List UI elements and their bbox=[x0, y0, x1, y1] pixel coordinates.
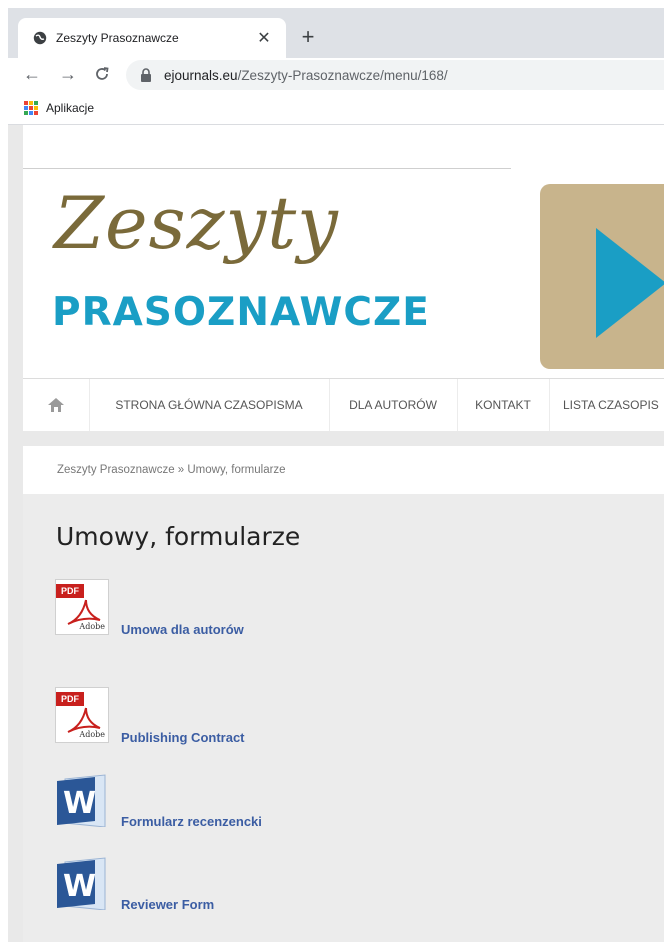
main-navigation: STRONA GŁÓWNA CZASOPISMA DLA AUTORÓW KON… bbox=[23, 378, 664, 431]
nav-item-journal-list[interactable]: LISTA CZASOPIS bbox=[549, 379, 664, 431]
nav-item-journal-home[interactable]: STRONA GŁÓWNA CZASOPISMA bbox=[89, 379, 330, 431]
document-link[interactable]: Umowa dla autorów bbox=[121, 622, 244, 637]
word-icon[interactable]: W bbox=[55, 771, 109, 828]
url-host: ejournals.eu bbox=[164, 67, 238, 83]
pdf-icon[interactable]: PDF Adobe bbox=[55, 687, 109, 743]
url-path: /Zeszyty-Prasoznawcze/menu/168/ bbox=[237, 67, 448, 83]
header-divider bbox=[23, 168, 511, 169]
document-link[interactable]: Publishing Contract bbox=[121, 730, 245, 745]
logo-title-zeszyty[interactable]: Zeszyty bbox=[54, 187, 339, 259]
breadcrumb[interactable]: Zeszyty Prasoznawcze » Umowy, formularze bbox=[57, 464, 286, 476]
document-item: W Formularz recenzencki bbox=[55, 771, 262, 829]
breadcrumb-bar: Zeszyty Prasoznawcze » Umowy, formularze bbox=[23, 446, 664, 494]
nav-item-for-authors[interactable]: DLA AUTORÓW bbox=[329, 379, 458, 431]
new-tab-icon[interactable]: + bbox=[296, 26, 320, 50]
header-banner bbox=[540, 184, 664, 369]
logo-title-prasoznawcze[interactable]: PRASOZNAWCZE bbox=[52, 293, 430, 332]
page-title: Umowy, formularze bbox=[56, 522, 301, 551]
back-icon[interactable]: ← bbox=[22, 64, 42, 84]
close-tab-icon[interactable]: ✕ bbox=[254, 28, 274, 48]
nav-item-contact[interactable]: KONTAKT bbox=[457, 379, 550, 431]
lock-icon bbox=[140, 68, 154, 82]
document-link[interactable]: Reviewer Form bbox=[121, 897, 214, 912]
forward-icon[interactable]: → bbox=[58, 64, 78, 84]
browser-toolbar: ← → ejournals.eu/Zeszyty-Prasoznawcze/me… bbox=[8, 58, 664, 92]
web-page: Zeszyty PRASOZNAWCZE STRONA GŁÓWNA CZASO… bbox=[8, 125, 664, 942]
bookmarks-bar: Aplikacje bbox=[8, 92, 664, 125]
svg-text:W: W bbox=[63, 786, 96, 821]
apps-grid-icon[interactable] bbox=[24, 101, 38, 115]
tab-strip: Zeszyty Prasoznawcze ✕ + bbox=[8, 8, 664, 58]
globe-icon bbox=[32, 30, 48, 46]
tab-title: Zeszyty Prasoznawcze bbox=[56, 31, 179, 45]
document-link[interactable]: Formularz recenzencki bbox=[121, 814, 262, 829]
reload-icon[interactable] bbox=[92, 64, 112, 84]
play-triangle-icon bbox=[596, 228, 664, 338]
word-icon[interactable]: W bbox=[55, 854, 109, 911]
svg-text:W: W bbox=[63, 869, 96, 904]
url-text: ejournals.eu/Zeszyty-Prasoznawcze/menu/1… bbox=[164, 68, 448, 83]
document-item: PDF Adobe Publishing Contract bbox=[55, 687, 245, 745]
document-item: W Reviewer Form bbox=[55, 854, 214, 912]
pdf-icon[interactable]: PDF Adobe bbox=[55, 579, 109, 635]
bookmark-apps-label[interactable]: Aplikacje bbox=[46, 101, 94, 115]
home-icon[interactable] bbox=[23, 379, 90, 431]
browser-tab[interactable]: Zeszyty Prasoznawcze ✕ bbox=[18, 18, 286, 58]
document-item: PDF Adobe Umowa dla autorów bbox=[55, 579, 244, 637]
address-bar[interactable]: ejournals.eu/Zeszyty-Prasoznawcze/menu/1… bbox=[126, 60, 664, 90]
